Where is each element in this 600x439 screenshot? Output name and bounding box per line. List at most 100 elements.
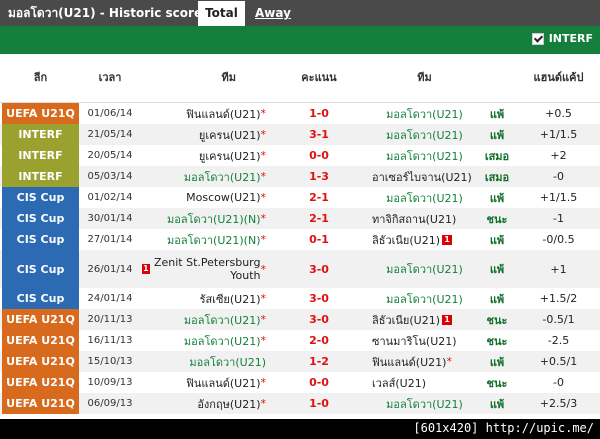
away-team[interactable]: ลิธัวเนีย(U21) 1 <box>372 229 477 250</box>
home-team[interactable]: อังกฤษ(U21) * <box>140 393 266 414</box>
away-team-name[interactable]: ลิธัวเนีย(U21) <box>372 231 440 249</box>
home-team-name[interactable]: ฟินแลนด์(U21) <box>186 374 260 392</box>
match-score[interactable]: 3-0 <box>266 309 372 330</box>
home-team-name[interactable]: มอลโดวา(U21) <box>184 311 261 329</box>
away-team-name[interactable]: ฟินแลนด์(U21) <box>372 353 446 371</box>
away-team[interactable]: มอลโดวา(U21) <box>372 145 477 166</box>
table-row[interactable]: UEFA U21Q 20/11/13 มอลโดวา(U21) * 3-0 ลิธัวเน… <box>0 309 600 330</box>
home-team[interactable]: รัสเซีย(U21) * <box>140 288 266 309</box>
home-team-name[interactable]: มอลโดวา(U21) <box>189 353 266 371</box>
match-score[interactable]: 3-1 <box>266 124 372 145</box>
away-team-name[interactable]: มอลโดวา(U21) <box>386 147 463 165</box>
competition-badge[interactable]: UEFA U21Q <box>2 372 79 393</box>
home-team[interactable]: ฟินแลนด์(U21) * <box>140 372 266 393</box>
competition-badge[interactable]: CIS Cup <box>2 229 79 250</box>
home-team-name[interactable]: Moscow(U21) <box>186 191 260 204</box>
table-row[interactable]: CIS Cup 01/02/14 Moscow(U21) * 2-1 มอลโดวา(U2… <box>0 187 600 208</box>
match-score[interactable]: 3-0 <box>266 250 372 288</box>
match-score[interactable]: 1-3 <box>266 166 372 187</box>
away-team-name[interactable]: มอลโดวา(U21) <box>386 126 463 144</box>
tab-total[interactable]: Total <box>198 1 245 26</box>
table-row[interactable]: UEFA U21Q 06/09/13 อังกฤษ(U21) * 1-0 มอลโดวา(… <box>0 393 600 414</box>
match-score[interactable]: 2-1 <box>266 187 372 208</box>
table-row[interactable]: INTERF 21/05/14 ยูเครน(U21) * 3-1 มอลโดวา(U21… <box>0 124 600 145</box>
interf-checkbox[interactable] <box>531 32 544 45</box>
home-team-name[interactable]: ฟินแลนด์(U21) <box>186 105 260 123</box>
match-score[interactable]: 2-1 <box>266 208 372 229</box>
home-team-name[interactable]: มอลโดวา(U21) <box>184 168 261 186</box>
home-team-name[interactable]: รัสเซีย(U21) <box>200 290 261 308</box>
match-score[interactable]: 1-2 <box>266 351 372 372</box>
away-team-name[interactable]: อาเซอร์ไบจาน(U21) <box>372 168 472 186</box>
away-team[interactable]: มอลโดวา(U21) <box>372 250 477 288</box>
home-team-name[interactable]: มอลโดวา(U21)(N) <box>167 231 260 249</box>
match-score[interactable]: 2-0 <box>266 330 372 351</box>
competition-badge[interactable]: CIS Cup <box>2 288 79 309</box>
away-team[interactable]: เวลส์(U21) <box>372 372 477 393</box>
away-team[interactable]: ลิธัวเนีย(U21) 1 <box>372 309 477 330</box>
away-team-name[interactable]: มอลโดวา(U21) <box>386 260 463 278</box>
home-team-name[interactable]: ยูเครน(U21) <box>199 147 261 165</box>
home-team[interactable]: Moscow(U21) * <box>140 187 266 208</box>
away-team-name[interactable]: ซานมาริโน(U21) <box>372 332 457 350</box>
competition-badge[interactable]: CIS Cup <box>2 208 79 229</box>
away-team[interactable]: มอลโดวา(U21) <box>372 288 477 309</box>
home-team[interactable]: ฟินแลนด์(U21) * <box>140 103 266 124</box>
table-row[interactable]: INTERF 05/03/14 มอลโดวา(U21) * 1-3 อาเซอร์ไบจ… <box>0 166 600 187</box>
away-team[interactable]: มอลโดวา(U21) <box>372 393 477 414</box>
table-row[interactable]: CIS Cup 26/01/14 1 Zenit St.Petersburg Yout… <box>0 250 600 288</box>
competition-badge[interactable]: CIS Cup <box>2 187 79 208</box>
tab-away[interactable]: Away <box>255 0 291 26</box>
table-row[interactable]: UEFA U21Q 15/10/13 มอลโดวา(U21) 1-2 ฟินแลนด์… <box>0 351 600 372</box>
away-team-name[interactable]: มอลโดวา(U21) <box>386 105 463 123</box>
home-team-name[interactable]: มอลโดวา(U21)(N) <box>167 210 260 228</box>
competition-badge[interactable]: INTERF <box>2 145 79 166</box>
match-score[interactable]: 1-0 <box>266 103 372 124</box>
home-team[interactable]: ยูเครน(U21) * <box>140 145 266 166</box>
away-team[interactable]: มอลโดวา(U21) <box>372 187 477 208</box>
home-team[interactable]: 1 Zenit St.Petersburg Youth * <box>140 250 266 288</box>
table-row[interactable]: CIS Cup 30/01/14 มอลโดวา(U21)(N) * 2-1 ทาจิกิ… <box>0 208 600 229</box>
away-team-name[interactable]: มอลโดวา(U21) <box>386 290 463 308</box>
home-team-name[interactable]: ยูเครน(U21) <box>199 126 261 144</box>
away-team[interactable]: อาเซอร์ไบจาน(U21) <box>372 166 477 187</box>
competition-badge[interactable]: CIS Cup <box>2 250 79 288</box>
competition-badge[interactable]: UEFA U21Q <box>2 103 79 124</box>
table-row[interactable]: UEFA U21Q 16/11/13 มอลโดวา(U21) * 2-0 ซานมาริ… <box>0 330 600 351</box>
interf-filter[interactable]: INTERF <box>531 32 593 45</box>
competition-badge[interactable]: UEFA U21Q <box>2 309 79 330</box>
table-row[interactable]: CIS Cup 24/01/14 รัสเซีย(U21) * 3-0 มอลโดวา(U… <box>0 288 600 309</box>
away-team[interactable]: ทาจิกิสถาน(U21) <box>372 208 477 229</box>
home-team-name[interactable]: อังกฤษ(U21) <box>197 395 260 413</box>
away-team[interactable]: ซานมาริโน(U21) <box>372 330 477 351</box>
away-team-name[interactable]: มอลโดวา(U21) <box>386 189 463 207</box>
away-team-name[interactable]: มอลโดวา(U21) <box>386 395 463 413</box>
away-team[interactable]: ฟินแลนด์(U21) * <box>372 351 477 372</box>
home-team[interactable]: มอลโดวา(U21)(N) * <box>140 208 266 229</box>
home-team-name[interactable]: Zenit St.Petersburg Youth <box>154 256 261 282</box>
table-row[interactable]: INTERF 20/05/14 ยูเครน(U21) * 0-0 มอลโดวา(U21… <box>0 145 600 166</box>
away-team-name[interactable]: ลิธัวเนีย(U21) <box>372 311 440 329</box>
home-team-name[interactable]: มอลโดวา(U21) <box>184 332 261 350</box>
away-team-name[interactable]: เวลส์(U21) <box>372 374 426 392</box>
match-score[interactable]: 3-0 <box>266 288 372 309</box>
home-team[interactable]: มอลโดวา(U21) * <box>140 166 266 187</box>
away-team[interactable]: มอลโดวา(U21) <box>372 124 477 145</box>
table-row[interactable]: UEFA U21Q 10/09/13 ฟินแลนด์(U21) * 0-0 เวลส์(… <box>0 372 600 393</box>
competition-badge[interactable]: UEFA U21Q <box>2 330 79 351</box>
home-team[interactable]: มอลโดวา(U21) * <box>140 309 266 330</box>
competition-badge[interactable]: INTERF <box>2 124 79 145</box>
match-score[interactable]: 0-0 <box>266 145 372 166</box>
home-team[interactable]: ยูเครน(U21) * <box>140 124 266 145</box>
competition-badge[interactable]: UEFA U21Q <box>2 351 79 372</box>
home-team[interactable]: มอลโดวา(U21)(N) * <box>140 229 266 250</box>
table-row[interactable]: UEFA U21Q 01/06/14 ฟินแลนด์(U21) * 1-0 มอลโดว… <box>0 103 600 124</box>
away-team[interactable]: มอลโดวา(U21) <box>372 103 477 124</box>
home-team[interactable]: มอลโดวา(U21) * <box>140 330 266 351</box>
match-score[interactable]: 0-0 <box>266 372 372 393</box>
match-score[interactable]: 0-1 <box>266 229 372 250</box>
home-team[interactable]: มอลโดวา(U21) <box>140 351 266 372</box>
competition-badge[interactable]: INTERF <box>2 166 79 187</box>
competition-badge[interactable]: UEFA U21Q <box>2 393 79 414</box>
away-team-name[interactable]: ทาจิกิสถาน(U21) <box>372 210 456 228</box>
